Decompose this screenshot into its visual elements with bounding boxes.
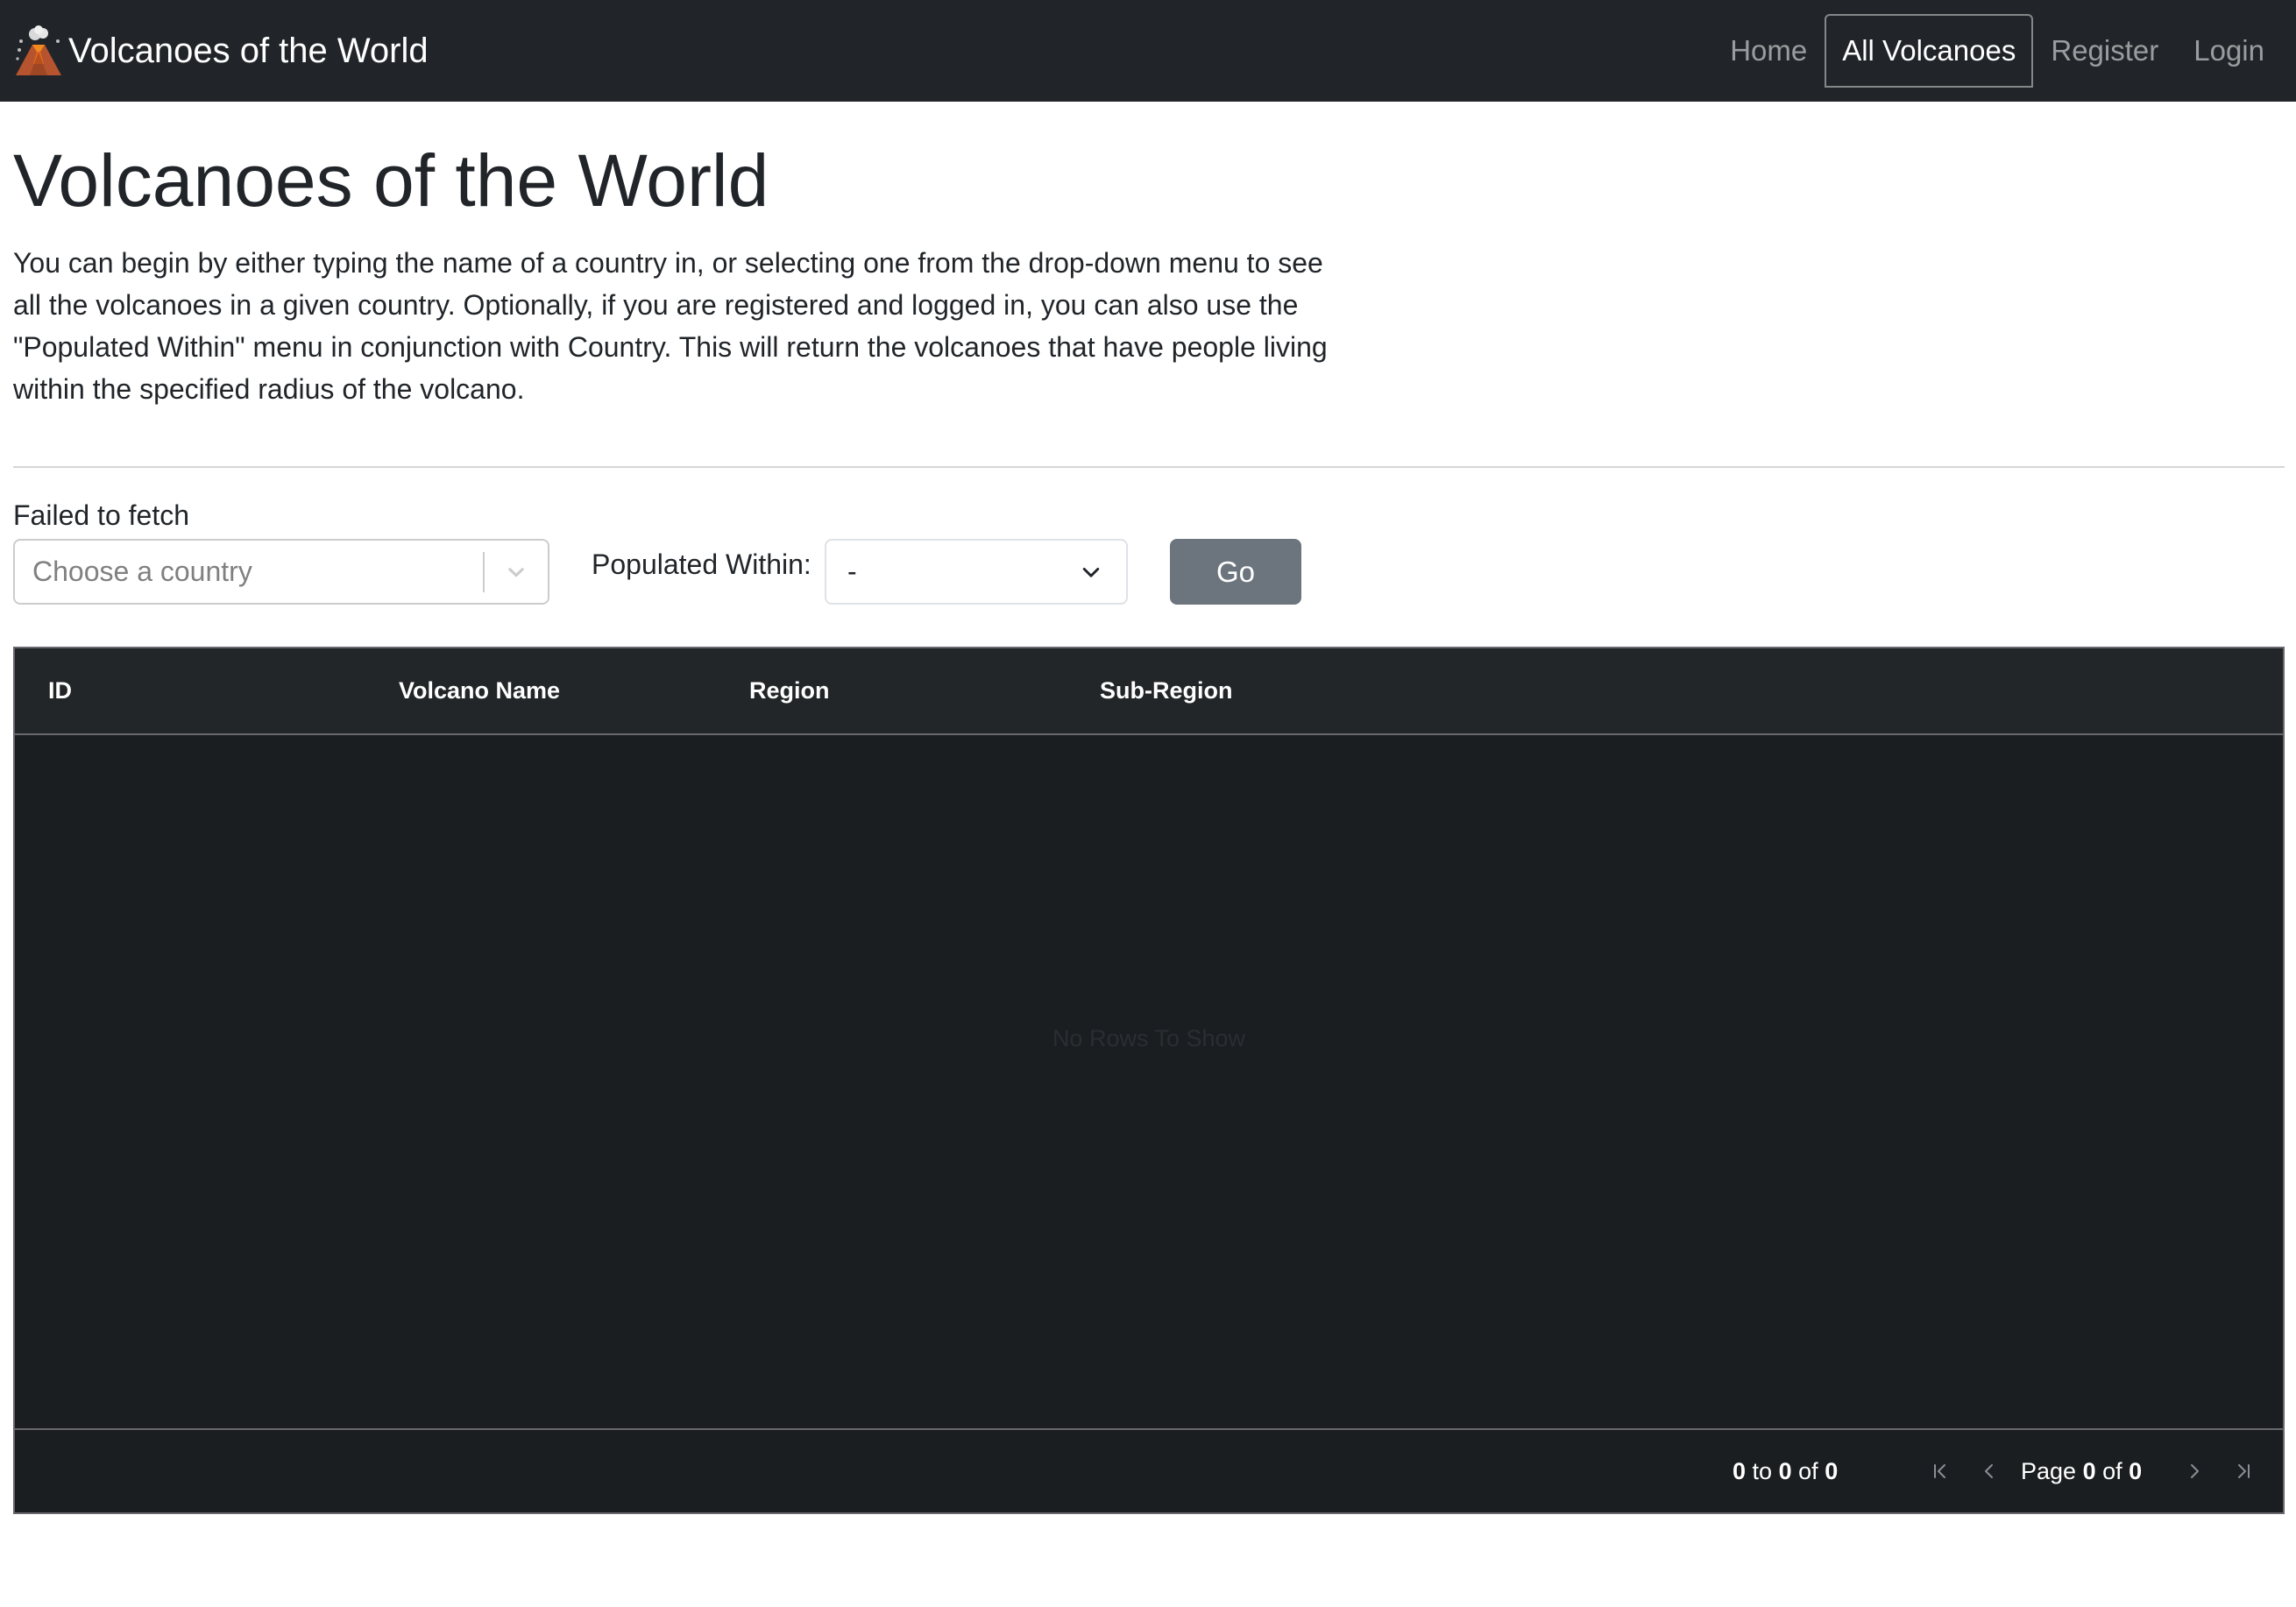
divider [13, 466, 2285, 468]
first-page-icon [1934, 1464, 1945, 1478]
go-button[interactable]: Go [1170, 539, 1301, 605]
page-title: Volcanoes of the World [13, 139, 769, 222]
row-from: 0 [1733, 1457, 1747, 1484]
nav-link-home[interactable]: Home [1712, 14, 1825, 88]
nav-links: Home All Volcanoes Register Login [1712, 0, 2282, 102]
volcano-grid: ID Volcano Name Region Sub-Region No Row… [13, 647, 2285, 1514]
column-header-region[interactable]: Region [749, 648, 830, 733]
column-header-sub-region[interactable]: Sub-Region [1100, 648, 1232, 733]
grid-pagination: 0 to 0 of 0 Page 0 of 0 [15, 1428, 2283, 1512]
page-current: 0 [2082, 1457, 2096, 1484]
row-to: 0 [1778, 1457, 1792, 1484]
page-word: Page [2021, 1457, 2077, 1484]
intro-paragraph: You can begin by either typing the name … [13, 247, 1328, 405]
nav-link-all-volcanoes[interactable]: All Volcanoes [1825, 14, 2034, 88]
nav-link-login[interactable]: Login [2176, 14, 2282, 88]
country-select-placeholder: Choose a country [32, 556, 252, 587]
country-select[interactable]: Choose a country [13, 539, 549, 605]
last-page-icon [2238, 1464, 2250, 1478]
page-of-word: of [2102, 1457, 2122, 1484]
previous-page-icon [1985, 1464, 1993, 1478]
fetch-error-message: Failed to fetch [13, 499, 189, 531]
page-summary: Page 0 of 0 [2021, 1430, 2142, 1512]
next-page-icon [2191, 1464, 2199, 1478]
country-dropdown-toggle[interactable] [485, 541, 548, 603]
column-header-volcano-name[interactable]: Volcano Name [399, 648, 560, 733]
page-total: 0 [2129, 1457, 2143, 1484]
column-header-id[interactable]: ID [48, 648, 72, 733]
row-to-word: to [1752, 1457, 1773, 1484]
chevron-down-icon [508, 567, 524, 577]
volcano-icon [16, 25, 61, 75]
populated-within-value: - [847, 556, 857, 587]
row-summary: 0 to 0 of 0 [1733, 1430, 1873, 1512]
populated-within-label: Populated Within: [592, 549, 811, 580]
first-page-button[interactable] [1923, 1454, 1958, 1489]
brand[interactable]: Volcanoes of the World [14, 25, 429, 76]
navbar: Volcanoes of the World Home All Volcanoe… [0, 0, 2296, 102]
next-page-button[interactable] [2177, 1454, 2212, 1489]
populated-within-select[interactable]: - [825, 539, 1128, 605]
previous-page-button[interactable] [1972, 1454, 2007, 1489]
brand-title: Volcanoes of the World [68, 32, 429, 70]
nav-link-register[interactable]: Register [2033, 14, 2176, 88]
row-total: 0 [1825, 1457, 1839, 1484]
last-page-button[interactable] [2226, 1454, 2261, 1489]
row-of-word: of [1798, 1457, 1818, 1484]
no-rows-overlay: No Rows To Show [1052, 1025, 1246, 1051]
grid-header: ID Volcano Name Region Sub-Region [15, 648, 2283, 735]
chevron-down-icon [1082, 567, 1100, 577]
